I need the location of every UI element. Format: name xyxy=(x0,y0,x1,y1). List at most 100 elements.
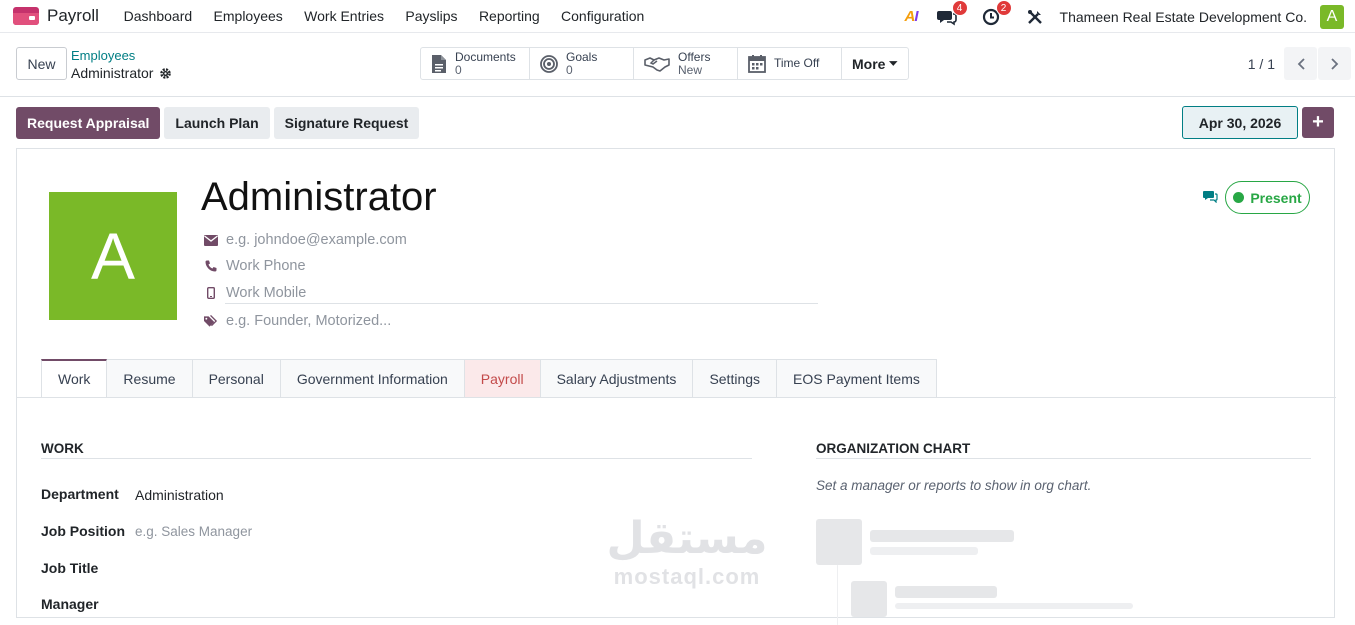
offers-label: Offers xyxy=(678,49,711,64)
tab-payroll[interactable]: Payroll xyxy=(464,359,541,398)
tabs-divider xyxy=(17,397,1336,398)
tab-government-information[interactable]: Government Information xyxy=(280,359,465,398)
job-position-field[interactable]: e.g. Sales Manager xyxy=(135,524,252,539)
smart-button-offers[interactable]: Offers New xyxy=(634,48,738,79)
payroll-app-icon[interactable] xyxy=(13,7,39,25)
tab-work[interactable]: Work xyxy=(41,359,108,398)
activities-badge: 2 xyxy=(995,0,1012,16)
email-field[interactable]: e.g. johndoe@example.com xyxy=(226,232,407,248)
watermark-arabic: مستقل xyxy=(606,513,768,564)
request-appraisal-button[interactable]: Request Appraisal xyxy=(16,107,161,139)
job-position-label: Job Position xyxy=(41,523,125,539)
documents-label: Documents xyxy=(455,49,516,64)
goals-count: 0 xyxy=(566,62,573,77)
time-off-label: Time Off xyxy=(774,56,820,70)
chevron-left-icon xyxy=(1297,57,1305,70)
pager-value[interactable]: 1 / 1 xyxy=(1248,56,1275,72)
document-icon xyxy=(432,54,446,73)
field-divider xyxy=(225,303,818,304)
header-actions: Request Appraisal Launch Plan Signature … xyxy=(16,107,420,139)
menu-work-entries[interactable]: Work Entries xyxy=(293,8,394,24)
chat-icon[interactable] xyxy=(1203,190,1218,208)
chevron-right-icon xyxy=(1330,57,1338,70)
org-skeleton-line xyxy=(895,603,1133,609)
presence-dot-icon xyxy=(1233,192,1245,203)
pager-next-button[interactable] xyxy=(1318,47,1351,80)
tags-icon xyxy=(204,314,218,328)
more-dropdown[interactable]: More xyxy=(842,48,908,79)
employee-name[interactable]: Administrator xyxy=(201,175,437,220)
menu-reporting[interactable]: Reporting xyxy=(468,8,550,24)
pager: 1 / 1 xyxy=(1248,47,1355,80)
breadcrumb-current: Administrator xyxy=(71,65,172,81)
org-skeleton-avatar xyxy=(816,519,862,565)
messages-icon[interactable]: 4 xyxy=(936,0,968,28)
caret-down-icon xyxy=(889,60,898,66)
watermark-latin: mostaql.com xyxy=(613,564,761,589)
manager-label: Manager xyxy=(41,596,99,612)
tab-resume[interactable]: Resume xyxy=(107,359,193,398)
presence-status: Present xyxy=(1225,181,1310,214)
tags-field[interactable]: e.g. Founder, Motorized... xyxy=(226,313,391,329)
smart-buttons: Documents 0 Goals 0 Offers New Time Off Mor… xyxy=(420,47,909,80)
presence-label: Present xyxy=(1250,189,1302,206)
mostaql-watermark: مستقل mostaql.com xyxy=(597,514,777,590)
launch-plan-button[interactable]: Launch Plan xyxy=(164,107,270,139)
user-avatar[interactable]: A xyxy=(1320,4,1344,29)
notebook-tabs: Work Resume Personal Government Informat… xyxy=(41,359,937,398)
org-skeleton-line xyxy=(895,586,997,598)
menu-configuration[interactable]: Configuration xyxy=(550,8,655,24)
smart-button-documents[interactable]: Documents 0 xyxy=(421,48,530,79)
menu-payslips[interactable]: Payslips xyxy=(395,8,469,24)
tab-salary-adjustments[interactable]: Salary Adjustments xyxy=(540,359,694,398)
org-skeleton-line xyxy=(870,530,1014,542)
date-field[interactable]: Apr 30, 2026 xyxy=(1182,106,1298,139)
new-button[interactable]: New xyxy=(16,47,67,80)
department-field[interactable]: Administration xyxy=(135,487,224,503)
form-sheet: A Administrator e.g. johndoe@example.com… xyxy=(16,148,1336,625)
gear-icon[interactable] xyxy=(159,67,172,80)
envelope-icon xyxy=(204,234,218,246)
work-phone-row: Work Phone xyxy=(204,258,306,274)
documents-count: 0 xyxy=(455,62,462,77)
pager-previous-button[interactable] xyxy=(1284,47,1317,80)
breadcrumb-employees[interactable]: Employees xyxy=(71,48,135,63)
ai-icon[interactable]: AI xyxy=(905,8,919,25)
tab-eos-payment-items[interactable]: EOS Payment Items xyxy=(777,359,937,398)
messages-badge: 4 xyxy=(951,0,968,16)
work-section-title: WORK xyxy=(41,441,84,456)
signature-request-button[interactable]: Signature Request xyxy=(273,107,420,139)
work-mobile-field[interactable]: Work Mobile xyxy=(226,285,306,301)
tab-settings[interactable]: Settings xyxy=(693,359,778,398)
tab-personal[interactable]: Personal xyxy=(192,359,281,398)
menu-dashboard[interactable]: Dashboard xyxy=(113,8,203,24)
org-skeleton-avatar xyxy=(851,581,887,617)
org-skeleton-connector xyxy=(837,565,838,625)
goals-label: Goals xyxy=(566,49,598,64)
breadcrumb-current-label: Administrator xyxy=(71,65,154,81)
more-label: More xyxy=(852,55,886,72)
department-label: Department xyxy=(41,486,119,502)
org-chart-title: ORGANIZATION CHART xyxy=(816,441,971,456)
org-chart-hint: Set a manager or reports to show in org … xyxy=(816,478,1092,493)
work-mobile-row: Work Mobile xyxy=(204,285,306,301)
offers-value: New xyxy=(678,62,703,77)
smart-button-goals[interactable]: Goals 0 xyxy=(530,48,634,79)
smart-button-time-off[interactable]: Time Off xyxy=(738,48,842,79)
phone-icon xyxy=(204,260,218,272)
tags-row: e.g. Founder, Motorized... xyxy=(204,313,391,329)
handshake-icon xyxy=(644,56,670,72)
work-section-divider xyxy=(41,458,752,459)
debug-tools-icon[interactable] xyxy=(1024,6,1046,28)
employee-avatar[interactable]: A xyxy=(49,192,177,320)
activity-clock-icon[interactable]: 2 xyxy=(980,0,1012,28)
menu-employees[interactable]: Employees xyxy=(203,8,294,24)
app-name[interactable]: Payroll xyxy=(47,6,99,26)
add-button[interactable]: + xyxy=(1302,107,1334,138)
company-switcher[interactable]: Thameen Real Estate Development Co. xyxy=(1060,9,1307,25)
org-chart-divider xyxy=(816,458,1311,459)
mobile-icon xyxy=(204,287,218,299)
work-phone-field[interactable]: Work Phone xyxy=(226,258,306,274)
target-icon xyxy=(540,54,558,73)
org-skeleton-line xyxy=(870,547,978,555)
